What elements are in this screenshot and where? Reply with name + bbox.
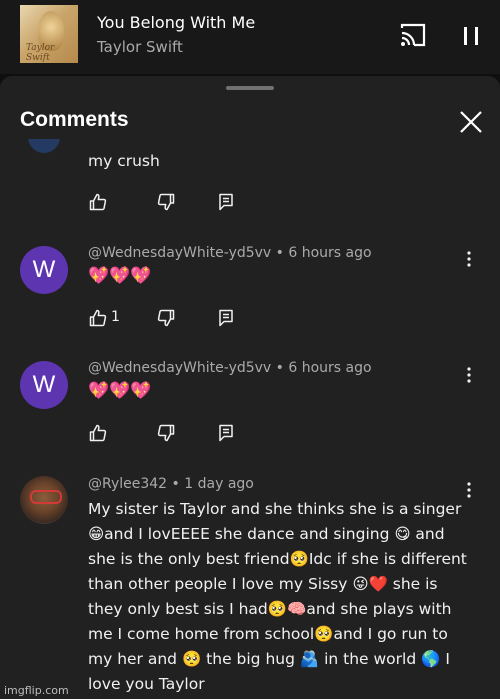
avatar[interactable] [28,139,60,153]
comment-author[interactable]: @WednesdayWhite-yd5vv [88,360,271,376]
reply-icon[interactable] [218,424,236,442]
comment-line: 😁and I lovEEEE she dance and singing 😋 a… [88,525,445,543]
more-options-icon[interactable] [462,249,476,269]
dislike-icon[interactable] [157,193,175,211]
comment-line: my her and 🥺 the big hug 🫂 in the world … [88,650,450,668]
avatar[interactable]: W [20,246,68,294]
album-art-script: Taylor Swift [26,43,55,63]
comment-line: she is the only best friend🥺Idc if she i… [88,550,467,568]
like-icon[interactable] [89,309,107,327]
more-options-icon[interactable] [462,480,476,500]
now-playing-artist[interactable]: Taylor Swift [97,38,183,56]
comment-text: my crush [88,152,160,170]
now-playing-title[interactable]: You Belong With Me [97,13,255,32]
comment-line: me I come home from school🥺and I go run … [88,625,448,643]
comment-author[interactable]: @Rylee342 [88,476,167,492]
comment-line: love you Taylor [88,675,205,693]
album-art[interactable]: Taylor Swift [20,5,78,63]
like-icon[interactable] [89,193,107,211]
avatar[interactable]: W [20,361,68,409]
dislike-icon[interactable] [157,424,175,442]
drag-handle[interactable] [226,86,274,90]
pause-icon[interactable] [456,22,486,50]
cast-icon[interactable] [398,22,428,48]
dislike-icon[interactable] [157,309,175,327]
comment-text: 💖💖💖 [88,381,152,401]
avatar[interactable] [20,476,68,524]
like-count: 1 [111,309,120,325]
comments-title: Comments [20,108,129,131]
comment-author[interactable]: @WednesdayWhite-yd5vv [88,245,271,261]
more-options-icon[interactable] [462,365,476,385]
comment-line: they only best sis I had🥺🧠and she plays … [88,600,452,618]
comment-time: • 6 hours ago [275,360,372,376]
close-icon[interactable] [458,109,484,135]
mini-player[interactable]: Taylor Swift You Belong With Me Taylor S… [0,0,500,74]
comment-meta: @WednesdayWhite-yd5vv • 6 hours ago [88,245,372,261]
comment-meta: @Rylee342 • 1 day ago [88,476,254,492]
comment-text: 💖💖💖 [88,266,152,286]
like-icon[interactable] [89,424,107,442]
avatar-glasses [30,490,62,504]
comment-line: than other people I love my Sissy 😜❤️ sh… [88,575,438,593]
comment-line: My sister is Taylor and she thinks she i… [88,500,462,518]
reply-icon[interactable] [218,193,236,211]
watermark: imgflip.com [4,684,69,697]
comment-time: • 1 day ago [171,476,254,492]
reply-icon[interactable] [218,309,236,327]
comment-meta: @WednesdayWhite-yd5vv • 6 hours ago [88,360,372,376]
comment-time: • 6 hours ago [275,245,372,261]
